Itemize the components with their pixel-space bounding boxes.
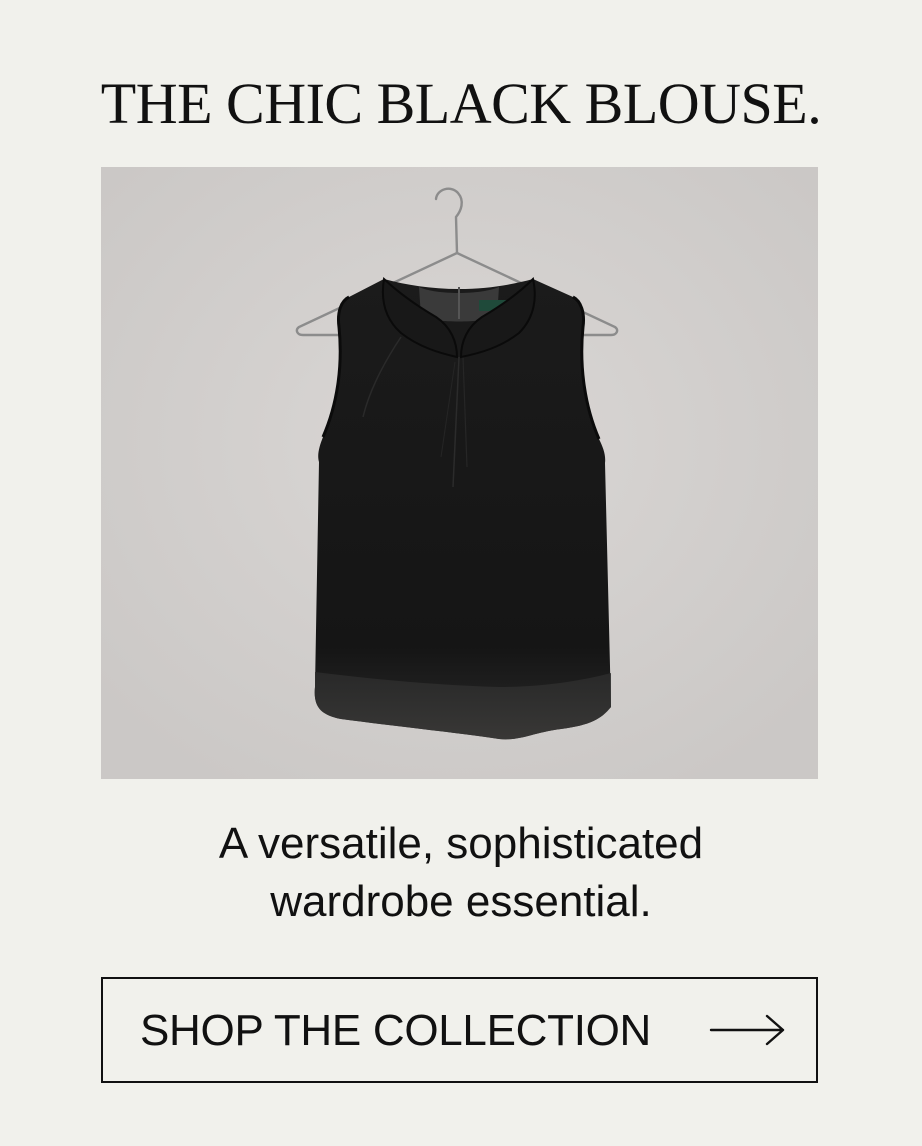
product-photo xyxy=(101,167,818,779)
subtitle-line-1: A versatile, sophisticated xyxy=(218,819,704,868)
subtitle-line-2: wardrobe essential. xyxy=(270,877,652,926)
subtitle: A versatile, sophisticated wardrobe esse… xyxy=(0,815,922,931)
shop-collection-label: SHOP THE COLLECTION xyxy=(140,1006,652,1055)
arrow-right-icon xyxy=(709,1014,785,1046)
shop-collection-button[interactable]: SHOP THE COLLECTION xyxy=(101,977,818,1083)
blouse xyxy=(314,276,611,740)
promo-page: THE CHIC BLACK BLOUSE. A versatile, soph… xyxy=(0,0,922,1146)
headline: THE CHIC BLACK BLOUSE. xyxy=(100,71,822,136)
